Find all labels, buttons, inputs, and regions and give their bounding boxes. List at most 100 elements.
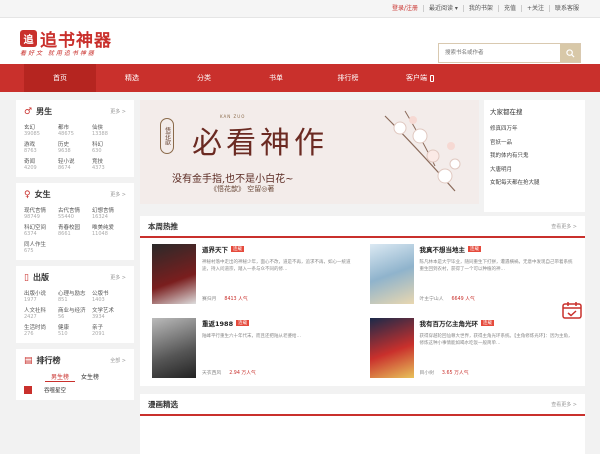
bookshelf-link[interactable]: 我的书架 bbox=[462, 5, 498, 12]
category-item[interactable]: 现代言情 98749 bbox=[24, 206, 58, 220]
calendar-icon[interactable] bbox=[561, 300, 583, 320]
weekly-hot-section: 本周热推 查看更多 > 道界天下 连载 神秘村落中走出的神秘少年，面心不改，道是不再… bbox=[140, 216, 585, 386]
category-name: 唯美纯爱 bbox=[92, 225, 115, 231]
male-cats: 玄幻 39085 都市 48675 仙侠 13388 游戏 8763 历史 9638 科幻… bbox=[24, 123, 126, 171]
book-card[interactable]: 道界天下 连载 神秘村落中走出的神秘少年，面心不改，道是不再，追求不再，如心一统道… bbox=[152, 244, 356, 308]
category-count: 11048 bbox=[92, 231, 108, 237]
nav-home[interactable]: 首页 bbox=[24, 64, 96, 92]
category-item[interactable]: 幻想言情 16324 bbox=[92, 206, 126, 220]
book-card[interactable]: 我有百万亿主角光环 连载 获得穿越轮回仙尊大世界，获得主角光环系统。【主角修炼光环… bbox=[369, 318, 574, 382]
book-author[interactable]: 天衣西风 bbox=[202, 369, 221, 376]
search-input[interactable] bbox=[439, 44, 560, 62]
book-card[interactable]: 重返1988 连载 陆峰平行重生六十年代末，而且还把陆从老婆给… 天衣西风 2.94… bbox=[152, 318, 356, 382]
search-suggestion[interactable]: 我的体内有只鬼 bbox=[490, 151, 579, 159]
book-card[interactable]: 我真不想当地主 连载 陈凡林本是大学毕业，随同重生下打拼，遭遇横祸，无意中发现自己… bbox=[369, 244, 574, 308]
category-count: 56 bbox=[58, 314, 65, 320]
category-item[interactable]: 生活时尚 276 bbox=[24, 323, 58, 337]
category-item[interactable]: 同人作生 675 bbox=[24, 240, 58, 254]
category-item[interactable]: 出版小说 1977 bbox=[24, 289, 58, 303]
nav-categories[interactable]: 分类 bbox=[168, 64, 240, 92]
banner-subtitle: 《悟花歆》 空留◎著 bbox=[210, 185, 275, 193]
nav-client[interactable]: 客户端 bbox=[384, 64, 456, 92]
nav-rankings[interactable]: 排行榜 bbox=[312, 64, 384, 92]
book-cover[interactable] bbox=[152, 318, 196, 378]
category-name: 亲子 bbox=[92, 325, 104, 331]
book-author[interactable]: 目小树 bbox=[420, 369, 434, 376]
comic-section: 漫画精选 查看更多 > bbox=[140, 394, 585, 454]
category-count: 2091 bbox=[92, 331, 105, 337]
category-item[interactable]: 亲子 2091 bbox=[92, 323, 126, 337]
comic-header: 漫画精选 查看更多 > bbox=[140, 394, 585, 416]
category-item[interactable]: 游戏 8763 bbox=[24, 140, 58, 154]
banner-line: 没有金手指,也不是小白花~ bbox=[172, 174, 294, 185]
search-suggestion[interactable]: 大唐明月 bbox=[490, 165, 579, 173]
book-cover[interactable] bbox=[152, 244, 196, 304]
nav-featured[interactable]: 精选 bbox=[96, 64, 168, 92]
category-name: 生活时尚 bbox=[24, 325, 47, 331]
category-item[interactable]: 商业与经济 56 bbox=[58, 306, 92, 320]
comic-more-link[interactable]: 查看更多 > bbox=[551, 401, 577, 408]
recharge-link[interactable]: 充值 bbox=[497, 5, 521, 12]
book-author[interactable]: 叶主宁山人 bbox=[420, 295, 444, 302]
rank-first-item[interactable]: 吞噬星空 bbox=[24, 386, 126, 394]
category-item[interactable]: 玄幻 39085 bbox=[24, 123, 58, 137]
category-item[interactable]: 青春校园 8661 bbox=[58, 223, 92, 237]
category-item[interactable]: 心理与励志 851 bbox=[58, 289, 92, 303]
category-item[interactable]: 健康 510 bbox=[58, 323, 92, 337]
rank-box: ▤ 排行榜 全部 > 男生榜 女生榜 吞噬星空 bbox=[16, 349, 134, 400]
promo-banner[interactable]: 悟花歆 KAN ZUO 必看神作 没有金手指,也不是小白花~ 《悟花歆》 空留◎… bbox=[140, 100, 479, 204]
category-item[interactable]: 仙侠 13388 bbox=[92, 123, 126, 137]
category-item[interactable]: 轻小说 8674 bbox=[58, 157, 92, 171]
category-item[interactable]: 科幻 630 bbox=[92, 140, 126, 154]
tab-female-rank[interactable]: 女生榜 bbox=[75, 372, 105, 382]
book-author[interactable]: 赛归月 bbox=[202, 295, 216, 302]
category-item[interactable]: 都市 48675 bbox=[58, 123, 92, 137]
rank-number-badge bbox=[24, 386, 32, 394]
book-description: 陈凡林本是大学毕业，随同重生下打拼，遭遇横祸，无意中发现自己带着系统重生回到农村… bbox=[419, 260, 573, 272]
male-title: 男生 bbox=[36, 107, 53, 116]
rank-more-link[interactable]: 全部 > bbox=[110, 357, 126, 364]
support-link[interactable]: 联系客服 bbox=[548, 5, 584, 12]
category-item[interactable]: 奇闻 4209 bbox=[24, 157, 58, 171]
search-button[interactable] bbox=[560, 44, 580, 62]
female-category-box: ♀ 女生 更多 > 现代言情 98749 古代言情 55440 幻想言情 16324 科幻… bbox=[16, 183, 134, 260]
rank-tabs: 男生榜 女生榜 bbox=[24, 372, 126, 382]
category-name: 公版书 bbox=[92, 291, 109, 297]
login-link[interactable]: 登录/注册 bbox=[387, 5, 423, 12]
tab-male-rank[interactable]: 男生榜 bbox=[44, 372, 75, 382]
category-name: 科幻空间 bbox=[24, 225, 47, 231]
category-count: 1403 bbox=[92, 297, 105, 303]
banner-title: 必看神作 bbox=[192, 126, 328, 161]
female-more-link[interactable]: 更多 > bbox=[110, 191, 126, 198]
category-item[interactable]: 竞技 4373 bbox=[92, 157, 126, 171]
book-title[interactable]: 我有百万亿主角光环 bbox=[420, 318, 479, 328]
book-title[interactable]: 重返1988 bbox=[202, 318, 233, 328]
category-item[interactable]: 唯美纯爱 11048 bbox=[92, 223, 126, 237]
search-suggestion[interactable]: 修真四万年 bbox=[490, 124, 579, 132]
follow-link[interactable]: +关注 bbox=[520, 5, 549, 12]
category-item[interactable]: 文学艺术 3934 bbox=[92, 306, 126, 320]
search-suggestion[interactable]: 女配每天都在抢大腿 bbox=[490, 178, 579, 186]
book-title[interactable]: 我真不想当地主 bbox=[420, 244, 466, 254]
publish-cats: 出版小说 1977 心理与励志 851 公版书 1403 人文社科 2427 商业与经济… bbox=[24, 289, 126, 337]
category-count: 6374 bbox=[24, 231, 37, 237]
category-name: 文学艺术 bbox=[92, 308, 115, 314]
male-more-link[interactable]: 更多 > bbox=[110, 108, 126, 115]
banner-book-tag: 悟花歆 bbox=[160, 118, 174, 154]
category-item[interactable]: 历史 9638 bbox=[58, 140, 92, 154]
recent-reading-link[interactable]: 最近阅读 ▾ bbox=[423, 5, 463, 12]
weekly-hot-more-link[interactable]: 查看更多 > bbox=[551, 223, 577, 230]
female-cats: 现代言情 98749 古代言情 55440 幻想言情 16324 科幻空间 6374 青… bbox=[24, 206, 126, 254]
category-name: 商业与经济 bbox=[58, 308, 86, 314]
category-item[interactable]: 科幻空间 6374 bbox=[24, 223, 58, 237]
category-item[interactable]: 古代言情 55440 bbox=[58, 206, 92, 220]
book-title[interactable]: 道界天下 bbox=[202, 244, 228, 254]
book-cover[interactable] bbox=[369, 244, 414, 304]
category-item[interactable]: 人文社科 2427 bbox=[24, 306, 58, 320]
publish-more-link[interactable]: 更多 > bbox=[110, 274, 126, 281]
search-suggestion[interactable]: 官妖一品 bbox=[490, 138, 579, 146]
nav-booklists[interactable]: 书单 bbox=[240, 64, 312, 92]
header: 追 追书神器 看好文 就用追书神器 bbox=[0, 18, 600, 64]
book-cover[interactable] bbox=[369, 318, 414, 378]
category-item[interactable]: 公版书 1403 bbox=[92, 289, 126, 303]
